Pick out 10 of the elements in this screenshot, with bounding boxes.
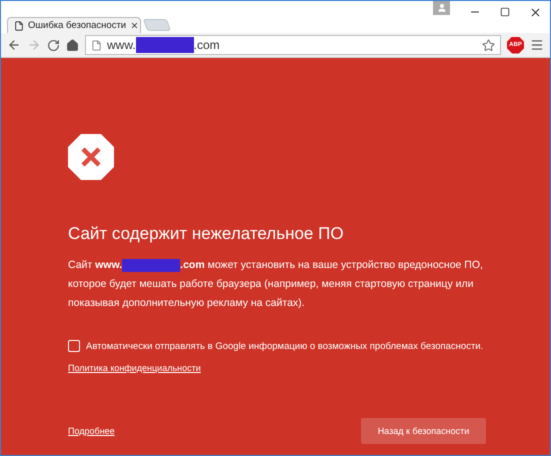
browser-tab[interactable]: Ошибка безопасности (7, 17, 141, 33)
warning-title: Сайт содержит нежелательное ПО (68, 224, 345, 244)
privacy-link[interactable]: Политика конфиденциальности (68, 363, 201, 373)
url-text: www. (107, 38, 136, 52)
back-to-safety-button[interactable]: Назад к безопасности (361, 418, 486, 444)
address-bar[interactable]: www. .com (85, 35, 501, 55)
url-text: .com (194, 38, 220, 52)
details-link[interactable]: Подробнее (68, 426, 115, 436)
checkbox-label: Автоматически отправлять в Google информацию о возможных проблемах безопасности. (86, 340, 484, 352)
warning-text: Сайт www. .com может установить на ваше устройство вредоносное ПО, которое будет мешать работе браузера (например, меняя стартовую страницу или показывая дополнительную рекламу на сайтах). (68, 258, 484, 311)
